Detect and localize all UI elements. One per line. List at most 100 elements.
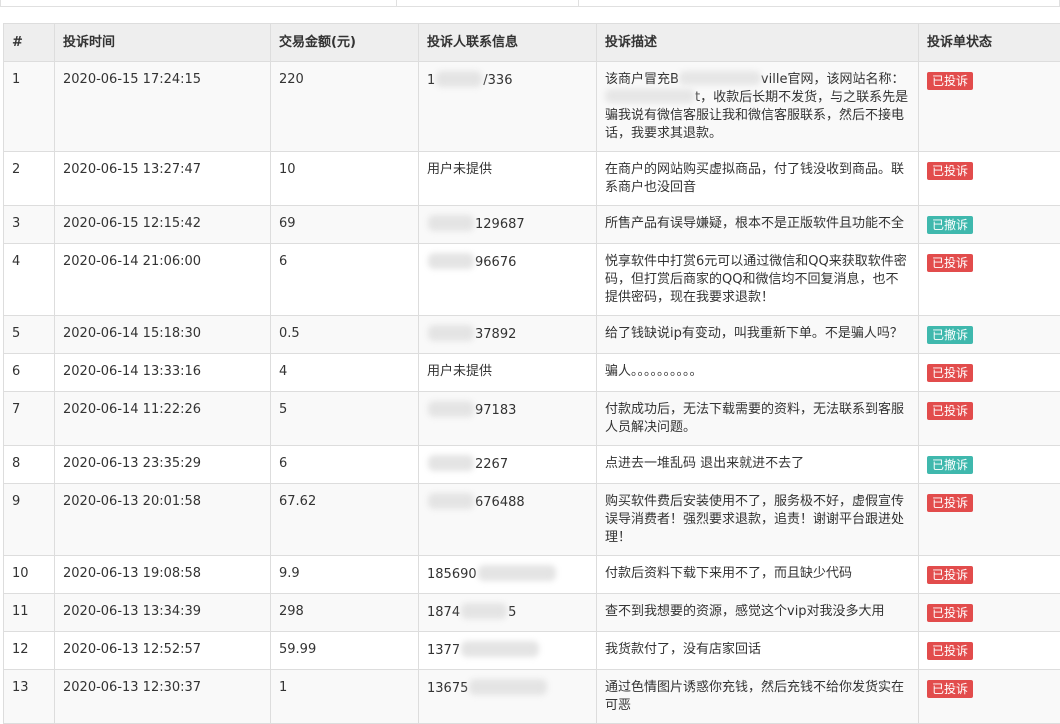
contact-suffix: 5: [508, 605, 516, 620]
status-badge[interactable]: 已投诉: [927, 364, 973, 382]
row-index: 3: [4, 206, 55, 244]
table-row[interactable]: 32020-06-15 12:15:4269129687所售产品有误导嫌疑，根本…: [4, 206, 1060, 244]
complainant-contact: 2267: [419, 446, 597, 484]
table-row[interactable]: 122020-06-13 12:52:5759.991377我货款付了，没有店家…: [4, 632, 1060, 670]
contact-suffix: 97183: [475, 403, 516, 418]
status-badge[interactable]: 已投诉: [927, 72, 973, 90]
transaction-amount: 6: [271, 244, 419, 316]
redaction-blur: [436, 71, 482, 87]
transaction-amount: 67.62: [271, 484, 419, 556]
complaint-time: 2020-06-13 13:34:39: [55, 594, 271, 632]
complaint-description: 购买软件费后安装使用不了，服务极不好，虚假宣传误导消费者！强烈要求退款，追责！谢…: [597, 484, 919, 556]
status-badge[interactable]: 已撤诉: [927, 456, 973, 474]
status-badge[interactable]: 已投诉: [927, 162, 973, 180]
complaint-status-cell: 已投诉: [919, 556, 1060, 594]
complaint-time: 2020-06-14 13:33:16: [55, 354, 271, 392]
complainant-contact: 1377: [419, 632, 597, 670]
contact-suffix: /336: [483, 73, 512, 88]
contact-prefix: 13675: [427, 681, 468, 696]
table-header-row: # 投诉时间 交易金额(元) 投诉人联系信息 投诉描述 投诉单状态: [4, 24, 1060, 62]
status-badge[interactable]: 已投诉: [927, 680, 973, 698]
row-index: 13: [4, 670, 55, 724]
contact-suffix: 37892: [475, 327, 516, 342]
table-row[interactable]: 52020-06-14 15:18:300.537892给了钱缺说ip有变动，叫…: [4, 316, 1060, 354]
redaction-blur: [461, 641, 539, 657]
redaction-blur: [428, 401, 474, 417]
contact-prefix: 185690: [427, 567, 477, 582]
complainant-contact: 13675: [419, 670, 597, 724]
description-text: 悦享软件中打赏6元可以通过微信和QQ来获取软件密码，但打赏后商家的QQ和微信均不…: [605, 254, 907, 305]
complaint-time: 2020-06-15 12:15:42: [55, 206, 271, 244]
status-badge[interactable]: 已投诉: [927, 402, 973, 420]
column-header-contact: 投诉人联系信息: [419, 24, 597, 62]
column-header-time: 投诉时间: [55, 24, 271, 62]
redaction-blur: [478, 565, 556, 581]
table-row[interactable]: 72020-06-14 11:22:265 97183 付款成功后，无法下载需要的资…: [4, 392, 1060, 446]
status-badge[interactable]: 已撤诉: [927, 216, 973, 234]
description-text: 骗人。。。。。。。。。。: [605, 364, 703, 379]
complainant-contact: 129687: [419, 206, 597, 244]
description-text: 给了钱缺说ip有变动，叫我重新下单。不是骗人吗？: [605, 326, 903, 341]
contact-prefix: 1: [427, 73, 435, 88]
row-index: 2: [4, 152, 55, 206]
description-part: ville官网，该网站名称：: [761, 72, 905, 87]
complainant-contact: 用户未提供: [419, 354, 597, 392]
row-index: 8: [4, 446, 55, 484]
row-index: 7: [4, 392, 55, 446]
complaint-description: 给了钱缺说ip有变动，叫我重新下单。不是骗人吗？: [597, 316, 919, 354]
complaint-description: 骗人。。。。。。。。。。: [597, 354, 919, 392]
complainant-contact: 676488: [419, 484, 597, 556]
status-badge[interactable]: 已投诉: [927, 494, 973, 512]
complaint-description: 通过色情图片诱惑你充钱，然后充钱不给你发货实在可恶: [597, 670, 919, 724]
redaction-blur: [428, 253, 474, 269]
complaint-time: 2020-06-14 11:22:26: [55, 392, 271, 446]
transaction-amount: 59.99: [271, 632, 419, 670]
transaction-amount: 220: [271, 62, 419, 152]
table-row[interactable]: 132020-06-13 12:30:37113675通过色情图片诱惑你充钱，然…: [4, 670, 1060, 724]
contact-suffix: 129687: [475, 217, 525, 232]
table-row[interactable]: 102020-06-13 19:08:589.9185690付款后资料下载下来用…: [4, 556, 1060, 594]
status-badge[interactable]: 已投诉: [927, 642, 973, 660]
complaint-status-cell: 已投诉: [919, 632, 1060, 670]
row-index: 4: [4, 244, 55, 316]
transaction-amount: 4: [271, 354, 419, 392]
table-row[interactable]: 42020-06-14 21:06:00696676悦享软件中打赏6元可以通过微…: [4, 244, 1060, 316]
transaction-amount: 5: [271, 392, 419, 446]
complainant-contact: 用户未提供: [419, 152, 597, 206]
row-index: 1: [4, 62, 55, 152]
table-row[interactable]: 22020-06-15 13:27:4710用户未提供在商户的网站购买虚拟商品，…: [4, 152, 1060, 206]
table-row[interactable]: 92020-06-13 20:01:5867.62676488购买软件费后安装使…: [4, 484, 1060, 556]
description-text: 我货款付了，没有店家回话: [605, 642, 761, 657]
complaint-description: 点进去一堆乱码 退出来就进不去了: [597, 446, 919, 484]
redaction-blur: [428, 215, 474, 231]
contact-text: 用户未提供: [427, 162, 492, 177]
complaint-description: 我货款付了，没有店家回话: [597, 632, 919, 670]
table-row[interactable]: 62020-06-14 13:33:164用户未提供骗人。。。。。。。。。。已投…: [4, 354, 1060, 392]
complaint-time: 2020-06-15 13:27:47: [55, 152, 271, 206]
status-badge[interactable]: 已投诉: [927, 566, 973, 584]
complaint-time: 2020-06-13 12:52:57: [55, 632, 271, 670]
complaint-status-cell: 已投诉: [919, 484, 1060, 556]
column-header-status: 投诉单状态: [919, 24, 1060, 62]
complaint-status-cell: 已投诉: [919, 152, 1060, 206]
table-row[interactable]: 112020-06-13 13:34:3929818745查不到我想要的资源，感…: [4, 594, 1060, 632]
row-index: 5: [4, 316, 55, 354]
description-text: 通过色情图片诱惑你充钱，然后充钱不给你发货实在可恶: [605, 680, 904, 713]
transaction-amount: 0.5: [271, 316, 419, 354]
table-row[interactable]: 12020-06-15 17:24:152201/336该商户冒充Bville官…: [4, 62, 1060, 152]
complaint-description: 查不到我想要的资源，感觉这个vip对我没多大用: [597, 594, 919, 632]
complaint-status-cell: 已撤诉: [919, 446, 1060, 484]
contact-text: 用户未提供: [427, 364, 492, 379]
complainant-contact: 37892: [419, 316, 597, 354]
table-row[interactable]: 82020-06-13 23:35:2962267点进去一堆乱码 退出来就进不去…: [4, 446, 1060, 484]
contact-suffix: 2267: [475, 457, 508, 472]
complaint-time: 2020-06-13 20:01:58: [55, 484, 271, 556]
transaction-amount: 9.9: [271, 556, 419, 594]
status-badge[interactable]: 已投诉: [927, 254, 973, 272]
redaction-blur: [605, 89, 695, 103]
complaint-description: 付款成功后，无法下载需要的资料，无法联系到客服人员解决问题。: [597, 392, 919, 446]
status-badge[interactable]: 已投诉: [927, 604, 973, 622]
contact-suffix: 676488: [475, 495, 525, 510]
description-text: 所售产品有误导嫌疑，根本不是正版软件且功能不全: [605, 216, 904, 231]
status-badge[interactable]: 已撤诉: [927, 326, 973, 344]
